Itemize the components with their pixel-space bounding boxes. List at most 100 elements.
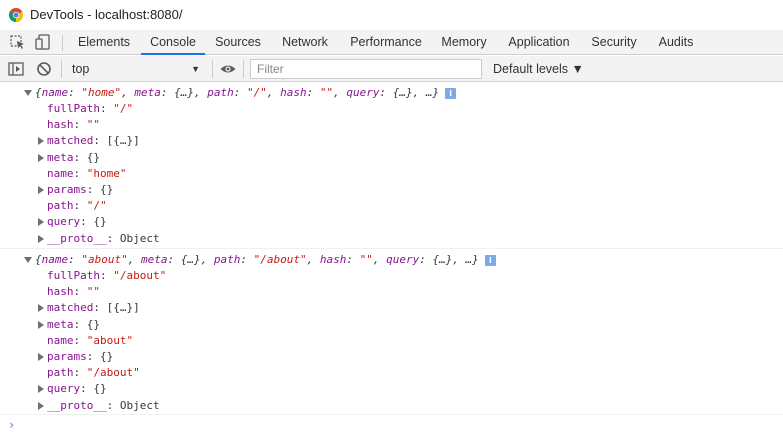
- property-separator: :: [106, 398, 120, 412]
- property-separator: :: [80, 382, 94, 396]
- tab-console[interactable]: Console: [141, 30, 205, 55]
- info-icon[interactable]: i: [445, 87, 457, 99]
- summary-token: hash: [280, 86, 307, 99]
- summary-token: : {…}, …}: [419, 253, 479, 266]
- filter-input[interactable]: [250, 59, 482, 79]
- property-row[interactable]: matched: [{…}]: [38, 300, 140, 316]
- object-summary-row[interactable]: {name: "about", meta: {…}, path: "/about…: [24, 252, 496, 268]
- clear-console-icon[interactable]: [35, 60, 53, 78]
- expand-triangle-icon[interactable]: [24, 257, 32, 263]
- property-value: Object: [119, 398, 160, 412]
- expand-triangle-icon[interactable]: [24, 90, 32, 96]
- property-row[interactable]: params: {}: [38, 182, 113, 198]
- context-selector[interactable]: top ▼: [66, 59, 206, 79]
- property-row[interactable]: meta: {}: [38, 317, 100, 333]
- summary-token: "home": [81, 86, 122, 99]
- property-separator: :: [73, 166, 87, 180]
- expand-triangle-icon[interactable]: [38, 304, 44, 313]
- property-row[interactable]: __proto__: Object: [38, 231, 160, 247]
- property-value: [{…}]: [106, 301, 140, 315]
- info-icon[interactable]: i: [484, 254, 496, 266]
- tab-security[interactable]: Security: [584, 30, 644, 55]
- property-value: "about": [86, 333, 134, 347]
- property-row[interactable]: params: {}: [38, 349, 113, 365]
- summary-token: :: [233, 86, 247, 99]
- property-key: __proto__: [47, 231, 107, 245]
- summary-token: "": [319, 86, 334, 99]
- inspect-element-icon[interactable]: [8, 33, 28, 51]
- property-row: path: "/": [47, 198, 107, 214]
- property-row: fullPath: "/about": [47, 268, 166, 284]
- chevron-down-icon: ▼: [191, 64, 200, 74]
- property-separator: :: [93, 134, 107, 148]
- property-value: "": [86, 285, 100, 299]
- summary-token: {: [35, 86, 42, 99]
- expand-triangle-icon[interactable]: [38, 137, 44, 146]
- property-separator: :: [86, 350, 100, 363]
- property-separator: :: [73, 118, 87, 132]
- window-title-bar: DevTools - localhost:8080/: [0, 0, 783, 30]
- summary-colon: :: [68, 253, 82, 266]
- property-value: {}: [86, 317, 100, 331]
- property-key: path: [47, 199, 74, 213]
- tab-memory[interactable]: Memory: [434, 30, 494, 55]
- property-separator: :: [99, 102, 114, 115]
- show-sidebar-icon[interactable]: [7, 60, 25, 78]
- tab-audits[interactable]: Audits: [651, 30, 701, 55]
- tab-performance[interactable]: Performance: [342, 30, 430, 55]
- console-prompt[interactable]: ›: [8, 417, 778, 433]
- panel-tab-bar: Elements Console Sources Network Perform…: [0, 30, 783, 55]
- live-expression-icon[interactable]: [219, 60, 237, 78]
- tab-elements[interactable]: Elements: [70, 30, 138, 55]
- summary-token: "/about": [253, 253, 307, 266]
- tab-label: Console: [150, 35, 196, 49]
- tab-label: Performance: [350, 35, 422, 49]
- expand-triangle-icon[interactable]: [38, 385, 44, 394]
- window-title: DevTools - localhost:8080/: [30, 7, 183, 22]
- summary-token: query: [346, 86, 380, 99]
- summary-token: meta: [134, 86, 161, 99]
- property-row[interactable]: matched: [{…}]: [38, 133, 140, 149]
- property-key: query: [47, 215, 81, 229]
- expand-triangle-icon[interactable]: [38, 186, 44, 194]
- property-key: query: [47, 382, 81, 396]
- tab-label: Security: [591, 35, 637, 49]
- property-key: matched: [47, 301, 94, 315]
- summary-token: ,: [372, 253, 387, 266]
- summary-token: :: [240, 253, 254, 266]
- property-key: meta: [47, 317, 74, 331]
- expand-triangle-icon[interactable]: [38, 218, 44, 227]
- property-row[interactable]: meta: {}: [38, 150, 100, 166]
- summary-colon: :: [68, 86, 82, 99]
- property-key: __proto__: [47, 398, 107, 412]
- property-value: "/": [86, 199, 107, 213]
- console-message: {name: "home", meta: {…}, path: "/", has…: [0, 83, 783, 249]
- expand-triangle-icon[interactable]: [38, 234, 44, 243]
- toolbar-separator: [212, 60, 213, 78]
- property-value: "": [86, 118, 100, 132]
- object-summary-row[interactable]: {name: "home", meta: {…}, path: "/", has…: [24, 85, 457, 101]
- property-row[interactable]: __proto__: Object: [38, 398, 160, 414]
- property-separator: :: [93, 301, 107, 315]
- property-row[interactable]: query: {}: [38, 381, 107, 397]
- device-toolbar-icon[interactable]: [33, 33, 53, 51]
- expand-triangle-icon[interactable]: [38, 320, 44, 329]
- property-value: "home": [86, 166, 127, 180]
- tab-label: Audits: [658, 35, 694, 49]
- property-key: params: [47, 183, 87, 196]
- summary-token: name: [41, 253, 69, 266]
- prompt-symbol: ›: [8, 418, 16, 432]
- expand-triangle-icon[interactable]: [38, 401, 44, 410]
- summary-token: "/": [246, 86, 267, 99]
- summary-token: :: [306, 86, 320, 99]
- property-value: {}: [100, 350, 114, 363]
- property-separator: :: [73, 366, 87, 380]
- tab-sources[interactable]: Sources: [208, 30, 268, 55]
- expand-triangle-icon[interactable]: [38, 353, 44, 361]
- expand-triangle-icon[interactable]: [38, 153, 44, 162]
- default-levels-dropdown[interactable]: Default levels ▼: [493, 59, 584, 79]
- property-key: meta: [47, 150, 74, 164]
- tab-application[interactable]: Application: [500, 30, 578, 55]
- property-row[interactable]: query: {}: [38, 214, 107, 230]
- tab-network[interactable]: Network: [272, 30, 338, 55]
